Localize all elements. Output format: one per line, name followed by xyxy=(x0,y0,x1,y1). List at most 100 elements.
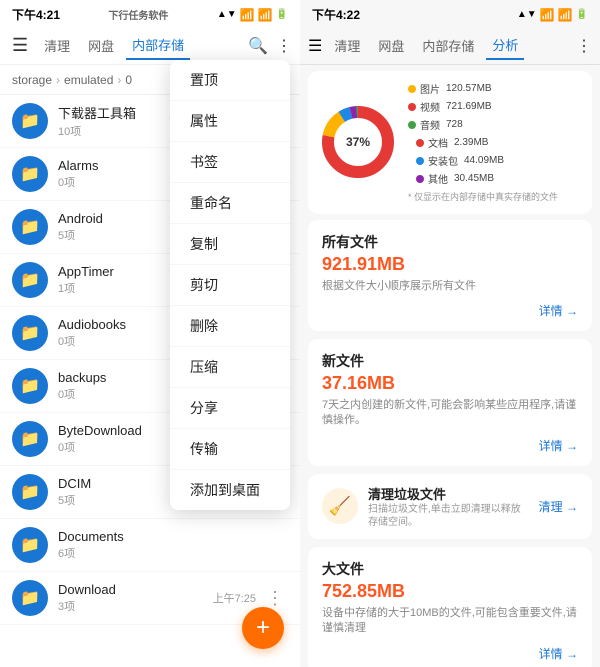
clean-junk-title: 清理垃圾文件 xyxy=(368,484,529,503)
ctx-delete[interactable]: 删除 xyxy=(170,306,290,347)
legend-value-other: 30.45MB xyxy=(454,173,494,184)
legend-dot-doc xyxy=(416,139,424,147)
legend-label-audio: 音频 xyxy=(420,117,440,132)
right-panel: 下午4:22 ▲▼ 📶 📶 🔋 ☰ 清理 网盘 内部存储 分析 ⋮ xyxy=(300,0,600,667)
legend-value-audio: 728 xyxy=(446,119,463,130)
clean-junk-icon: 🧹 xyxy=(322,488,358,524)
new-files-desc: 7天之内创建的新文件,可能会影响某些应用程序,请谨慎操作。 xyxy=(322,398,578,429)
clean-junk-card: 🧹 清理垃圾文件 扫描垃圾文件,单击立即清理以释放存储空间。 清理 → xyxy=(308,474,592,539)
ctx-properties[interactable]: 属性 xyxy=(170,101,290,142)
file-icon-0: 📁 xyxy=(12,103,48,139)
ctx-pin[interactable]: 置顶 xyxy=(170,60,290,101)
context-menu: 置顶 属性 书签 重命名 复制 剪切 删除 压缩 分享 传输 添加到桌面 xyxy=(170,60,290,510)
all-files-desc: 根据文件大小顺序展示所有文件 xyxy=(322,279,578,294)
left-tab-cloud[interactable]: 网盘 xyxy=(82,32,120,59)
legend-label-other: 其他 xyxy=(428,171,448,186)
ctx-copy[interactable]: 复制 xyxy=(170,224,290,265)
breadcrumb-emulated[interactable]: emulated xyxy=(64,73,113,87)
legend-label-video: 视频 xyxy=(420,99,440,114)
right-tab-cloud[interactable]: 网盘 xyxy=(372,32,410,59)
left-more-icon[interactable]: ⋮ xyxy=(276,36,292,56)
legend-dot-other xyxy=(416,175,424,183)
left-time: 下午4:21 xyxy=(12,6,60,23)
file-icon-1: 📁 xyxy=(12,156,48,192)
file-name-9: Download xyxy=(58,582,213,597)
file-icon-4: 📁 xyxy=(12,315,48,351)
file-item-8[interactable]: 📁 Documents 6项 xyxy=(0,519,300,572)
donut-legend: 图片 120.57MB 视频 721.69MB 音频 728 文档 2.39MB xyxy=(408,81,582,204)
file-count-0: 10项 xyxy=(58,123,169,139)
right-status-icons: ▲▼ 📶 📶 🔋 xyxy=(517,8,588,22)
ctx-share[interactable]: 分享 xyxy=(170,388,290,429)
right-tab-storage[interactable]: 内部存储 xyxy=(416,32,480,59)
file-icon-5: 📁 xyxy=(12,368,48,404)
legend-dot-image xyxy=(408,85,416,93)
ctx-transfer[interactable]: 传输 xyxy=(170,429,290,470)
analysis-scroll[interactable]: 所有文件 921.91MB 根据文件大小顺序展示所有文件 详情 → 新文件 37… xyxy=(300,220,600,667)
breadcrumb-0[interactable]: 0 xyxy=(125,73,132,87)
legend-dot-apk xyxy=(416,157,424,165)
ctx-cut[interactable]: 剪切 xyxy=(170,265,290,306)
ctx-bookmark[interactable]: 书签 xyxy=(170,142,290,183)
left-tab-storage[interactable]: 内部存储 xyxy=(126,31,190,60)
legend-value-doc: 2.39MB xyxy=(454,137,488,148)
right-more-icon[interactable]: ⋮ xyxy=(576,36,592,56)
file-date-9: 上午7:25 xyxy=(213,590,256,606)
donut-percentage: 37% xyxy=(346,135,370,149)
breadcrumb-storage[interactable]: storage xyxy=(12,73,52,87)
ctx-compress[interactable]: 压缩 xyxy=(170,347,290,388)
ctx-add-desktop[interactable]: 添加到桌面 xyxy=(170,470,290,510)
file-icon-6: 📁 xyxy=(12,421,48,457)
donut-section: 37% 图片 120.57MB 视频 721.69MB 音频 728 xyxy=(308,71,592,214)
all-files-card: 所有文件 921.91MB 根据文件大小顺序展示所有文件 详情 → xyxy=(308,220,592,331)
file-name-8: Documents xyxy=(58,529,288,544)
new-files-title: 新文件 xyxy=(322,351,578,371)
legend-value-image: 120.57MB xyxy=(446,83,492,94)
file-icon-8: 📁 xyxy=(12,527,48,563)
all-files-size: 921.91MB xyxy=(322,254,578,275)
legend-dot-video xyxy=(408,103,416,111)
large-files-card: 大文件 752.85MB 设备中存储的大于10MB的文件,可能包含重要文件,请谨… xyxy=(308,547,592,667)
donut-chart: 37% xyxy=(318,102,398,182)
file-count-8: 6项 xyxy=(58,545,288,561)
ctx-rename[interactable]: 重命名 xyxy=(170,183,290,224)
right-tab-clean[interactable]: 清理 xyxy=(328,32,366,59)
left-status-icons: ▲▼ 📶 📶 🔋 xyxy=(217,8,288,22)
large-files-desc: 设备中存储的大于10MB的文件,可能包含重要文件,请谨慎清理 xyxy=(322,606,578,637)
clean-junk-desc: 扫描垃圾文件,单击立即清理以释放存储空间。 xyxy=(368,503,529,529)
new-files-size: 37.16MB xyxy=(322,373,578,394)
file-name-1: Alarms xyxy=(58,158,170,173)
all-files-title: 所有文件 xyxy=(322,232,578,252)
clean-junk-action[interactable]: 清理 → xyxy=(539,498,578,515)
left-panel: 下午4:21 下行任务软件 ▲▼ 📶 📶 🔋 ☰ 清理 网盘 内部存储 🔍 ⋮ … xyxy=(0,0,300,667)
right-nav-bar: ☰ 清理 网盘 内部存储 分析 ⋮ xyxy=(300,27,600,65)
right-menu-icon[interactable]: ☰ xyxy=(308,36,322,56)
legend-label-doc: 文档 xyxy=(428,135,448,150)
large-files-size: 752.85MB xyxy=(322,581,578,602)
left-status-bar: 下午4:21 下行任务软件 ▲▼ 📶 📶 🔋 xyxy=(0,0,300,27)
file-icon-3: 📁 xyxy=(12,262,48,298)
file-icon-7: 📁 xyxy=(12,474,48,510)
large-files-title: 大文件 xyxy=(322,559,578,579)
legend-value-apk: 44.09MB xyxy=(464,155,504,166)
legend-value-video: 721.69MB xyxy=(446,101,492,112)
donut-note: * 仅显示在内部存储中真实存储的文件 xyxy=(408,192,582,204)
svg-text:🧹: 🧹 xyxy=(329,495,351,516)
file-count-9: 3项 xyxy=(58,598,213,614)
legend-dot-audio xyxy=(408,121,416,129)
legend-label-apk: 安装包 xyxy=(428,153,458,168)
new-files-detail[interactable]: 详情 → xyxy=(539,437,578,454)
file-name-0: 下载器工具箱 xyxy=(58,103,169,122)
legend-label-image: 图片 xyxy=(420,81,440,96)
right-time: 下午4:22 xyxy=(312,6,360,23)
right-status-bar: 下午4:22 ▲▼ 📶 📶 🔋 xyxy=(300,0,600,27)
large-files-detail[interactable]: 详情 → xyxy=(539,645,578,662)
left-tab-clean[interactable]: 清理 xyxy=(38,32,76,59)
left-menu-icon[interactable]: ☰ xyxy=(8,33,32,58)
fab-add-button[interactable]: + xyxy=(242,607,284,649)
left-notification: 下行任务软件 xyxy=(108,7,168,22)
file-icon-2: 📁 xyxy=(12,209,48,245)
left-search-icon[interactable]: 🔍 xyxy=(248,36,268,56)
all-files-detail[interactable]: 详情 → xyxy=(539,302,578,319)
right-tab-analysis[interactable]: 分析 xyxy=(486,31,524,60)
